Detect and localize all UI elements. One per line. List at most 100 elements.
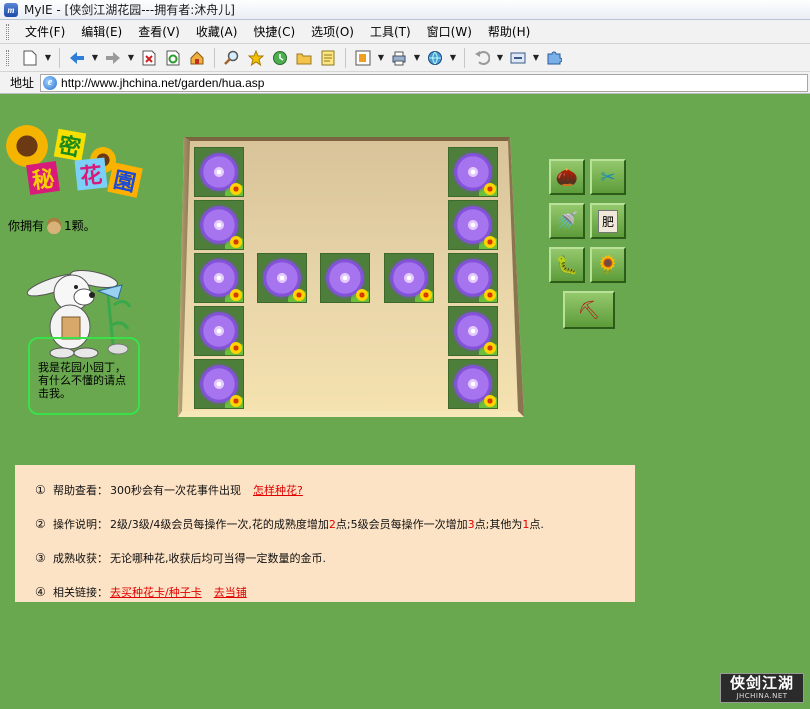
stop-icon[interactable] <box>138 47 160 69</box>
menu-shortcuts[interactable]: 快捷(C) <box>245 21 303 42</box>
window-list-dropdown[interactable]: ▼ <box>376 47 386 69</box>
info-num-1: ① <box>35 483 46 497</box>
history-icon[interactable] <box>269 47 291 69</box>
gardener-speech-bubble[interactable]: 我是花园小园丁，有什么不懂的请点击我。 <box>28 337 140 415</box>
forward-dropdown[interactable]: ▼ <box>126 47 136 69</box>
sun-badge-icon <box>230 236 242 248</box>
info-num-2: ② <box>35 517 46 531</box>
inventory-prefix: 你拥有 <box>8 219 45 233</box>
menu-tools[interactable]: 工具(T) <box>362 21 419 42</box>
logo-char-3: 花 <box>74 157 108 191</box>
forward-icon[interactable] <box>102 47 124 69</box>
ie-page-icon: e <box>43 75 58 90</box>
morning-glory-flower[interactable] <box>194 359 244 409</box>
tool-trowel-button[interactable]: ⛏ <box>563 291 615 329</box>
info-value-1: 2 <box>328 517 336 531</box>
settings-icon[interactable] <box>507 47 529 69</box>
address-url[interactable]: http://www.jhchina.net/garden/hua.asp <box>61 76 264 90</box>
back-dropdown[interactable]: ▼ <box>90 47 100 69</box>
print-dropdown[interactable]: ▼ <box>412 47 422 69</box>
settings-dropdown[interactable]: ▼ <box>531 47 541 69</box>
scissors-icon: ✂ <box>600 166 616 188</box>
morning-glory-flower[interactable] <box>194 306 244 356</box>
morning-glory-flower[interactable] <box>320 253 370 303</box>
morning-glory-flower[interactable] <box>194 253 244 303</box>
tool-pest-button[interactable]: 🐛 <box>549 247 585 283</box>
info-text-instructions-a: 2级/3级/4级会员每操作一次,花的成熟度增加 <box>110 518 329 531</box>
proxy-icon[interactable] <box>424 47 446 69</box>
sun-badge-icon <box>230 289 242 301</box>
home-icon[interactable] <box>186 47 208 69</box>
search-icon[interactable] <box>221 47 243 69</box>
menu-window[interactable]: 窗口(W) <box>419 21 480 42</box>
sun-badge-icon <box>484 342 496 354</box>
menu-view[interactable]: 查看(V) <box>130 21 188 42</box>
how-to-plant-link[interactable]: 怎样种花? <box>253 482 303 498</box>
jhchina-logo-text: 侠剑江湖 <box>729 674 794 692</box>
tool-seed-button[interactable]: 🌰 <box>549 159 585 195</box>
info-row-help: ① 帮助查看： 300秒会有一次花事件出现 怎样种花? <box>35 473 635 507</box>
favorites-icon[interactable] <box>245 47 267 69</box>
menu-help[interactable]: 帮助(H) <box>480 21 538 42</box>
secret-garden-logo: 秘 密 花 園 <box>6 125 156 205</box>
notes-icon[interactable] <box>317 47 339 69</box>
menu-file[interactable]: 文件(F) <box>17 21 73 42</box>
address-label: 地址 <box>10 76 35 90</box>
seed-icon: 🌰 <box>555 166 579 188</box>
info-text-help: 300秒会有一次花事件出现 <box>110 484 241 497</box>
myie-app-icon: m <box>4 2 18 17</box>
sun-badge-icon <box>356 289 368 301</box>
morning-glory-flower[interactable] <box>448 253 498 303</box>
window-title: MyIE - [侠剑江湖花园---拥有者:沐舟儿] <box>24 3 235 17</box>
sun-badge-icon <box>484 236 496 248</box>
proxy-dropdown[interactable]: ▼ <box>448 47 458 69</box>
watering-can-icon: 🚿 <box>555 210 579 232</box>
sun-badge-icon <box>484 289 496 301</box>
fertilizer-icon: 肥 <box>597 209 618 233</box>
undo-icon[interactable] <box>471 47 493 69</box>
morning-glory-flower[interactable] <box>448 359 498 409</box>
garden-plot <box>178 137 524 417</box>
undo-dropdown[interactable]: ▼ <box>495 47 505 69</box>
sun-badge-icon <box>230 342 242 354</box>
new-page-icon[interactable] <box>19 47 41 69</box>
sun-badge-icon <box>230 183 242 195</box>
tool-fertilizer-button[interactable]: 肥 <box>590 203 626 239</box>
info-panel: ① 帮助查看： 300秒会有一次花事件出现 怎样种花? ② 操作说明： 2级/3… <box>15 465 635 602</box>
folder-icon[interactable] <box>293 47 315 69</box>
puzzle-icon[interactable] <box>543 47 565 69</box>
morning-glory-flower[interactable] <box>384 253 434 303</box>
refresh-icon[interactable] <box>162 47 184 69</box>
menu-edit[interactable]: 编辑(E) <box>73 21 130 42</box>
logo-char-4: 園 <box>107 162 143 198</box>
morning-glory-flower[interactable] <box>448 200 498 250</box>
morning-glory-flower[interactable] <box>194 147 244 197</box>
pawnshop-link[interactable]: 去当铺 <box>214 584 247 600</box>
morning-glory-flower[interactable] <box>194 200 244 250</box>
morning-glory-flower[interactable] <box>448 306 498 356</box>
morning-glory-flower[interactable] <box>257 253 307 303</box>
address-input[interactable]: e http://www.jhchina.net/garden/hua.asp <box>40 73 808 92</box>
toolbar-separator <box>59 47 60 68</box>
tool-scissors-button[interactable]: ✂ <box>590 159 626 195</box>
bug-icon: 🐛 <box>555 254 579 276</box>
sunflower-icon: 🌻 <box>596 254 620 276</box>
tool-sunflower-button[interactable]: 🌻 <box>590 247 626 283</box>
info-text-instructions-c: 点;其他为 <box>474 518 523 531</box>
sun-badge-icon <box>484 183 496 195</box>
tool-watering-button[interactable]: 🚿 <box>549 203 585 239</box>
info-value-3: 1 <box>522 517 530 531</box>
print-icon[interactable] <box>388 47 410 69</box>
toolbar-separator <box>214 47 215 68</box>
jhchina-logo[interactable]: 侠剑江湖 JHCHINA.NET <box>720 673 804 703</box>
morning-glory-flower[interactable] <box>448 147 498 197</box>
back-icon[interactable] <box>66 47 88 69</box>
toolbar-grip <box>6 49 9 66</box>
buy-cards-link[interactable]: 去买种花卡/种子卡 <box>110 584 202 600</box>
info-label-links: 相关链接： <box>53 586 108 599</box>
menu-favorites[interactable]: 收藏(A) <box>188 21 246 42</box>
new-page-dropdown[interactable]: ▼ <box>43 47 53 69</box>
window-list-icon[interactable] <box>352 47 374 69</box>
logo-char-1: 秘 <box>26 161 60 195</box>
menu-options[interactable]: 选项(O) <box>303 21 362 42</box>
